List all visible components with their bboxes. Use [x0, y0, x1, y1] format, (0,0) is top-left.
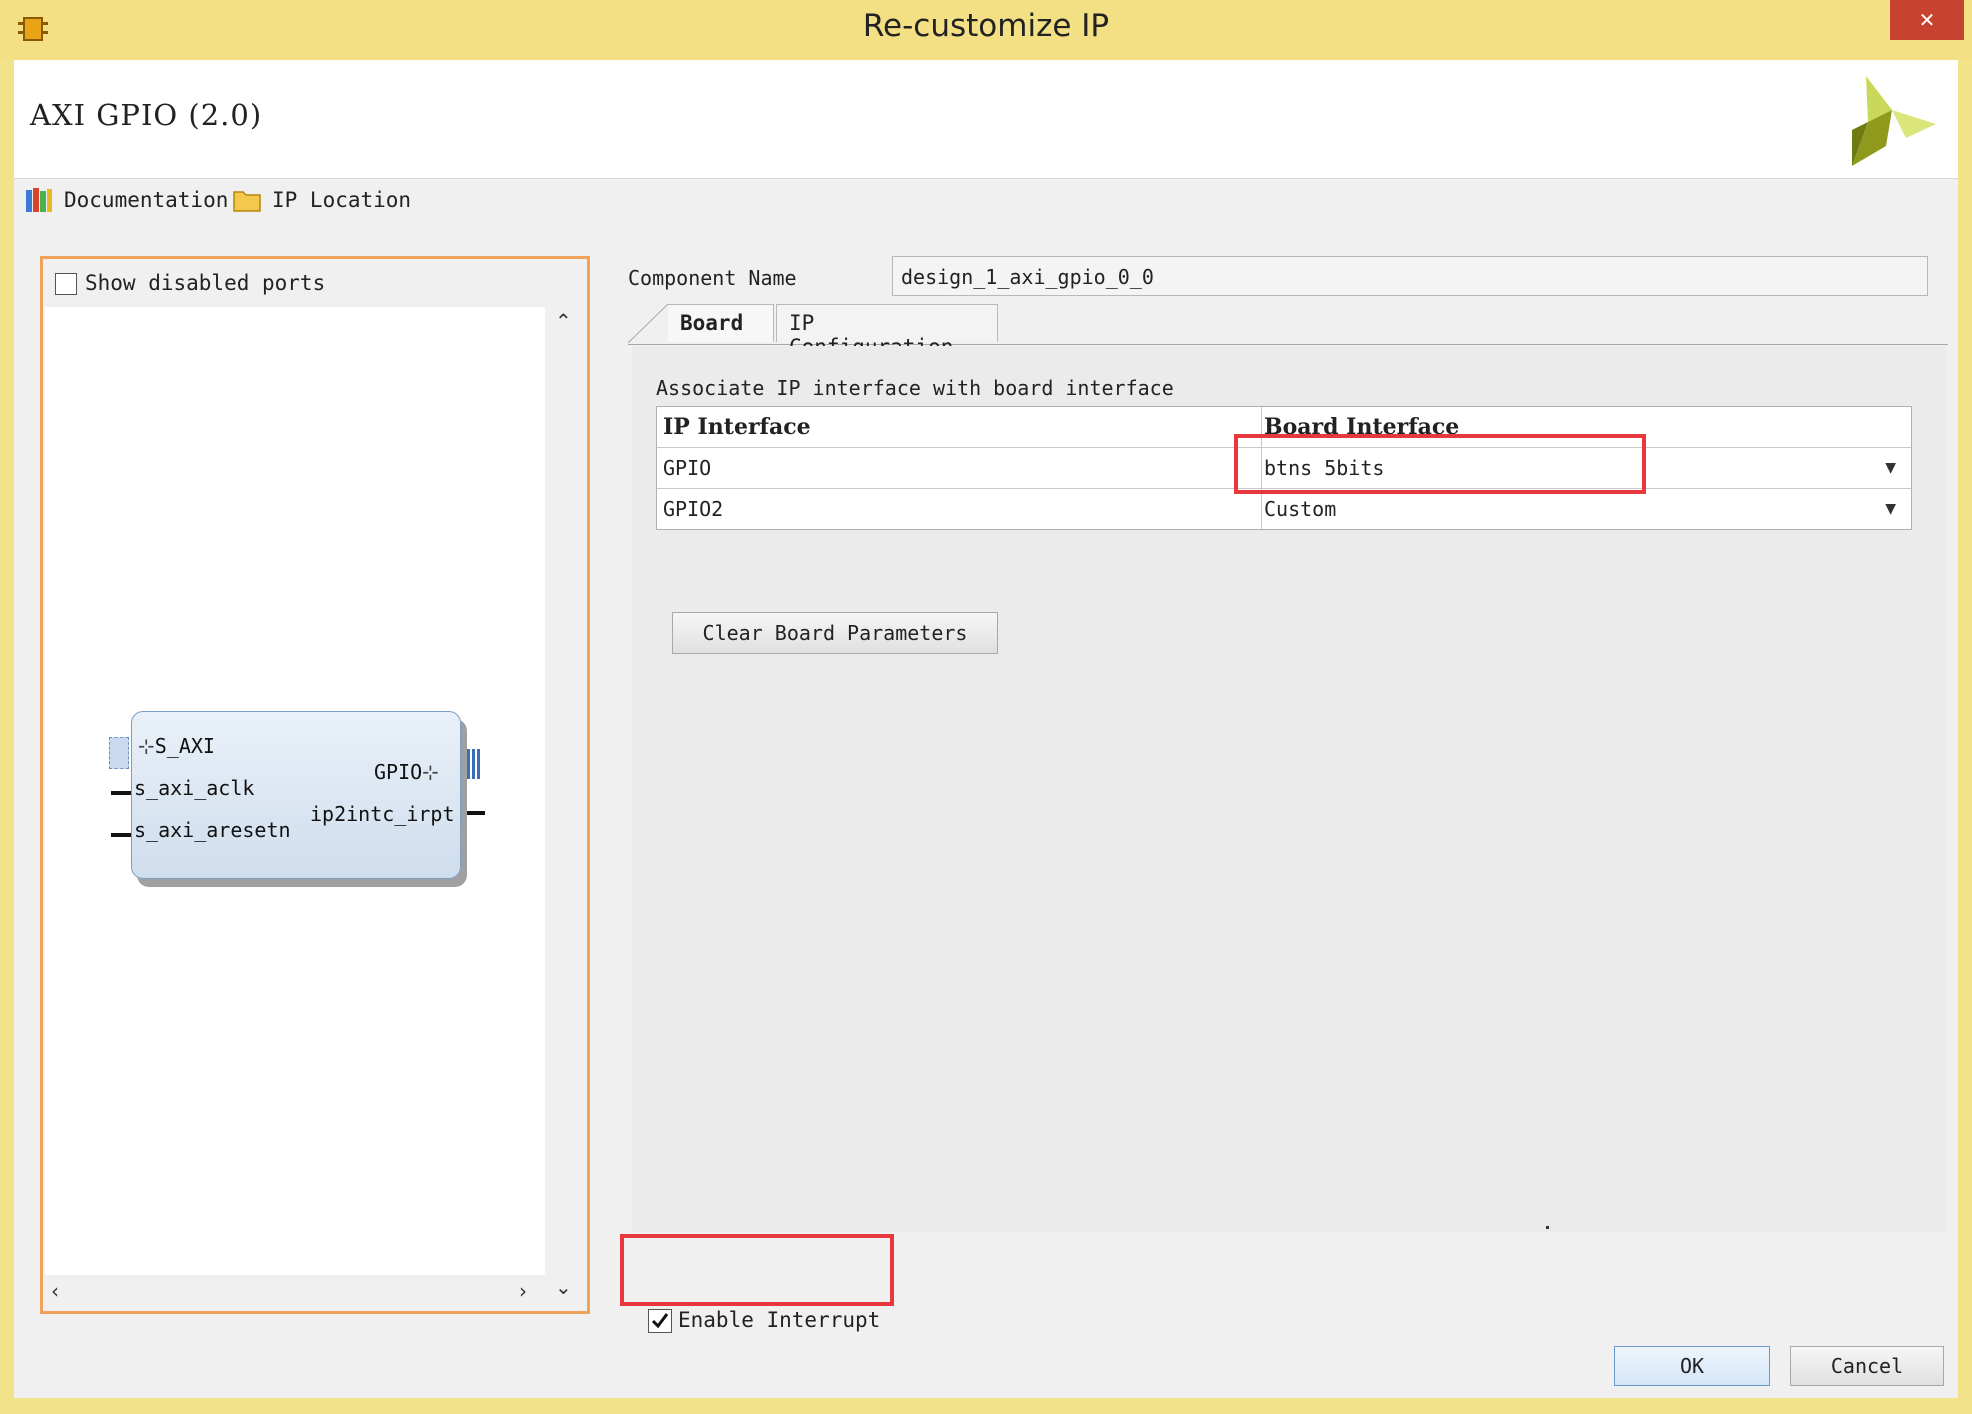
highlight-enable-interrupt — [620, 1234, 894, 1306]
board-interface-dropdown[interactable]: Custom ▼ — [1261, 489, 1904, 529]
s-axi-bus-handle[interactable] — [109, 737, 129, 769]
ip-interface-cell: GPIO2 — [663, 497, 724, 521]
s-axi-aclk-pin — [111, 791, 131, 795]
dialog-client: AXI GPIO (2.0) Documentation IP Location — [14, 60, 1958, 1398]
gpio-port-label: GPIO — [374, 760, 423, 784]
column-header-ip-interface: IP Interface — [663, 414, 811, 440]
close-button[interactable]: ✕ — [1890, 0, 1964, 40]
dropdown-arrow-icon[interactable]: ▼ — [1885, 489, 1896, 529]
config-tabs: Board IP Configuration — [628, 304, 1948, 359]
dropdown-arrow-icon[interactable]: ▼ — [1885, 448, 1896, 488]
enable-interrupt-label: Enable Interrupt — [678, 1308, 881, 1332]
horizontal-scrollbar[interactable]: ‹ › — [45, 1275, 547, 1309]
ip2intc-irpt-port: ip2intc_irpt — [310, 802, 455, 826]
symbol-canvas[interactable]: ⊹S_AXI s_axi_aclk s_axi_aresetn GPIO⊹ ip… — [45, 307, 545, 1277]
title-bar: Re-customize IP ✕ — [0, 0, 1972, 60]
documentation-menu[interactable]: Documentation — [64, 188, 228, 212]
ip-location-menu[interactable]: IP Location — [272, 188, 411, 212]
cancel-button[interactable]: Cancel — [1790, 1346, 1944, 1386]
window-title: Re-customize IP — [862, 8, 1110, 44]
enable-interrupt-option[interactable]: Enable Interrupt — [648, 1308, 880, 1333]
s-axi-port: ⊹S_AXI — [138, 734, 215, 758]
scroll-down-icon[interactable]: ⌄ — [555, 1275, 572, 1299]
associate-label: Associate IP interface with board interf… — [656, 376, 1174, 400]
highlight-board-interface — [1234, 434, 1646, 494]
scroll-right-icon[interactable]: › — [519, 1279, 527, 1303]
s-axi-aclk-port: s_axi_aclk — [134, 776, 255, 800]
s-axi-port-label: S_AXI — [154, 734, 215, 758]
ip-header: AXI GPIO (2.0) — [14, 60, 1958, 179]
show-disabled-ports-label: Show disabled ports — [85, 271, 326, 295]
component-name-field[interactable]: design_1_axi_gpio_0_0 — [892, 256, 1928, 296]
gpio-bus-pin[interactable] — [467, 749, 481, 779]
vivado-logo-icon — [1852, 76, 1936, 166]
s-axi-aresetn-pin — [111, 833, 131, 837]
show-disabled-ports-option[interactable]: Show disabled ports — [55, 271, 325, 295]
component-name-label: Component Name — [628, 266, 797, 290]
show-disabled-ports-checkbox[interactable] — [55, 273, 77, 295]
tab-ip-configuration[interactable]: IP Configuration — [776, 304, 998, 359]
plus-expand-icon[interactable]: ⊹ — [138, 734, 155, 758]
ok-button[interactable]: OK — [1614, 1346, 1770, 1386]
clear-board-parameters-button[interactable]: Clear Board Parameters — [672, 612, 998, 654]
tab-board[interactable]: Board — [668, 304, 774, 342]
s-axi-aresetn-port: s_axi_aresetn — [134, 818, 291, 842]
dialog-window: Re-customize IP ✕ AXI GPIO (2.0) Documen… — [0, 0, 1972, 1414]
ip2intc-irpt-pin — [467, 811, 485, 815]
board-interface-value: Custom — [1264, 497, 1337, 521]
ip-title: AXI GPIO (2.0) — [30, 98, 263, 132]
folder-icon — [233, 191, 261, 212]
symbol-panel: Show disabled ports ⊹S_AXI s_axi_aclk s_… — [40, 256, 590, 1314]
axi-gpio-block[interactable]: ⊹S_AXI s_axi_aclk s_axi_aresetn GPIO⊹ ip… — [131, 711, 461, 879]
gpio-port: GPIO⊹ — [374, 760, 439, 784]
scroll-up-icon[interactable]: ⌃ — [555, 309, 572, 333]
scroll-left-icon[interactable]: ‹ — [51, 1279, 59, 1303]
plus-expand-icon[interactable]: ⊹ — [422, 760, 439, 784]
vertical-scrollbar[interactable]: ⌃ ⌄ — [547, 307, 581, 1307]
documentation-books-icon — [26, 188, 52, 212]
ip-interface-cell: GPIO — [663, 456, 712, 480]
table-row: GPIO2 Custom ▼ — [657, 489, 1911, 529]
toolbar: Documentation IP Location — [14, 182, 614, 222]
enable-interrupt-checkbox[interactable] — [648, 1309, 672, 1333]
stray-dot — [1546, 1226, 1549, 1229]
checkmark-icon — [651, 1313, 669, 1329]
